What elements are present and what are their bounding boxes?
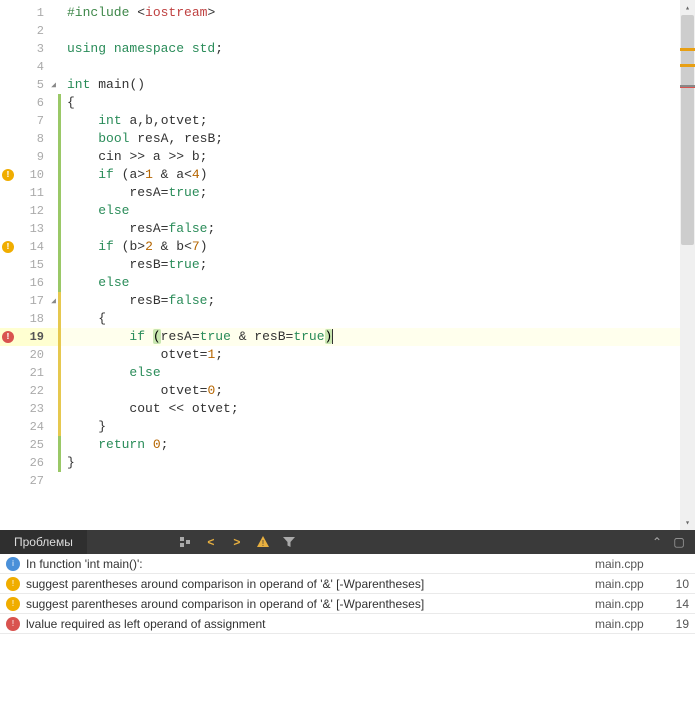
code-line[interactable]: using namespace std; — [58, 40, 695, 58]
scroll-up-icon[interactable]: ▴ — [680, 0, 695, 15]
line-number: 7 — [0, 112, 58, 130]
err-icon: ! — [6, 617, 20, 631]
code-line[interactable]: int a,b,otvet; — [58, 112, 695, 130]
code-line[interactable] — [58, 472, 695, 490]
line-number: 19! — [0, 328, 58, 346]
problem-row[interactable]: ! lvalue required as left operand of assi… — [0, 614, 695, 634]
code-editor-pane[interactable]: 12345◢678910!11121314!151617◢1819!202122… — [0, 0, 695, 530]
scroll-marker-warning — [680, 64, 695, 67]
code-line[interactable]: resA=true; — [58, 184, 695, 202]
code-line[interactable]: { — [58, 310, 695, 328]
line-number: 10! — [0, 166, 58, 184]
code-line[interactable]: otvet=1; — [58, 346, 695, 364]
code-line[interactable] — [58, 22, 695, 40]
code-line[interactable]: if (resA=true & resB=true) — [58, 328, 695, 346]
problem-message: In function 'int main()': — [26, 557, 595, 571]
code-line[interactable]: int main() — [58, 76, 695, 94]
line-number: 3 — [0, 40, 58, 58]
funnel-filter-icon[interactable] — [281, 534, 297, 550]
problems-list[interactable]: iIn function 'int main()':main.cpp!sugge… — [0, 554, 695, 634]
code-line[interactable]: bool resA, resB; — [58, 130, 695, 148]
error-icon: ! — [2, 331, 14, 343]
code-area[interactable]: #include <iostream> using namespace std; i… — [58, 0, 695, 530]
code-line[interactable]: } — [58, 418, 695, 436]
line-gutter: 12345◢678910!11121314!151617◢1819!202122… — [0, 0, 58, 530]
code-line[interactable]: else — [58, 364, 695, 382]
line-number: 11 — [0, 184, 58, 202]
line-number: 12 — [0, 202, 58, 220]
code-line[interactable]: cout << otvet; — [58, 400, 695, 418]
info-icon: i — [6, 557, 20, 571]
problem-row[interactable]: ! suggest parentheses around comparison i… — [0, 574, 695, 594]
problem-message: suggest parentheses around comparison in… — [26, 577, 595, 591]
line-number: 2 — [0, 22, 58, 40]
code-line[interactable]: return 0; — [58, 436, 695, 454]
line-number: 22 — [0, 382, 58, 400]
line-number: 14! — [0, 238, 58, 256]
problem-message: suggest parentheses around comparison in… — [26, 597, 595, 611]
problem-row[interactable]: i In function 'int main()':main.cpp — [0, 554, 695, 574]
line-number: 15 — [0, 256, 58, 274]
line-number: 23 — [0, 400, 58, 418]
line-number: 27 — [0, 472, 58, 490]
line-number: 4 — [0, 58, 58, 76]
problem-line-number: 10 — [665, 577, 689, 591]
close-panel-icon[interactable]: ▢ — [671, 534, 687, 550]
line-number: 26 — [0, 454, 58, 472]
line-number: 20 — [0, 346, 58, 364]
code-line[interactable]: else — [58, 274, 695, 292]
warn-icon: ! — [6, 597, 20, 611]
line-number: 9 — [0, 148, 58, 166]
next-icon[interactable]: > — [229, 534, 245, 550]
line-number: 25 — [0, 436, 58, 454]
code-line[interactable]: if (a>1 & a<4) — [58, 166, 695, 184]
code-line[interactable]: else — [58, 202, 695, 220]
panel-toolbar: < > ! — [87, 534, 297, 550]
code-line[interactable]: resB=true; — [58, 256, 695, 274]
code-line[interactable]: { — [58, 94, 695, 112]
scroll-down-icon[interactable]: ▾ — [680, 515, 695, 530]
prev-icon[interactable]: < — [203, 534, 219, 550]
problem-row[interactable]: ! suggest parentheses around comparison i… — [0, 594, 695, 614]
code-line[interactable] — [58, 58, 695, 76]
line-number: 18 — [0, 310, 58, 328]
line-number: 1 — [0, 4, 58, 22]
problems-tab[interactable]: Проблемы — [0, 530, 87, 554]
tree-view-icon[interactable] — [177, 534, 193, 550]
line-number: 24 — [0, 418, 58, 436]
warning-icon: ! — [2, 241, 14, 253]
code-line[interactable]: resA=false; — [58, 220, 695, 238]
scroll-marker-cursor — [680, 85, 695, 87]
line-number: 21 — [0, 364, 58, 382]
problem-file: main.cpp — [595, 617, 665, 631]
warning-filter-icon[interactable]: ! — [255, 534, 271, 550]
code-line[interactable]: otvet=0; — [58, 382, 695, 400]
line-number: 13 — [0, 220, 58, 238]
problem-line-number: 19 — [665, 617, 689, 631]
vertical-scrollbar[interactable]: ▴ ▾ — [680, 0, 695, 530]
collapse-icon[interactable]: ⌃ — [649, 534, 665, 550]
code-line[interactable]: cin >> a >> b; — [58, 148, 695, 166]
empty-area — [0, 634, 695, 714]
problem-file: main.cpp — [595, 597, 665, 611]
svg-text:!: ! — [262, 539, 264, 548]
line-number: 8 — [0, 130, 58, 148]
problem-message: lvalue required as left operand of assig… — [26, 617, 595, 631]
code-line[interactable]: #include <iostream> — [58, 4, 695, 22]
warning-icon: ! — [2, 169, 14, 181]
problem-line-number: 14 — [665, 597, 689, 611]
problem-file: main.cpp — [595, 557, 665, 571]
scroll-marker-warning — [680, 48, 695, 51]
code-line[interactable]: resB=false; — [58, 292, 695, 310]
line-number: 17◢ — [0, 292, 58, 310]
line-number: 6 — [0, 94, 58, 112]
line-number: 5◢ — [0, 76, 58, 94]
code-line[interactable]: if (b>2 & b<7) — [58, 238, 695, 256]
code-line[interactable]: } — [58, 454, 695, 472]
problems-panel-header: Проблемы < > ! ⌃ ▢ — [0, 530, 695, 554]
problem-file: main.cpp — [595, 577, 665, 591]
warn-icon: ! — [6, 577, 20, 591]
line-number: 16 — [0, 274, 58, 292]
